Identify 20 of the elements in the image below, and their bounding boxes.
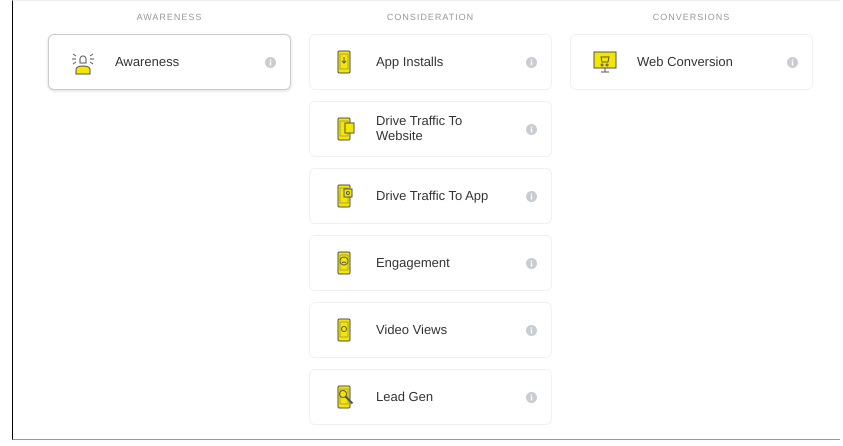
objective-card[interactable]: Awareness [48,34,291,90]
objective-card[interactable]: Video Views [309,302,552,358]
objective-card[interactable]: Web Conversion [570,34,813,90]
monitor-cart-icon [593,49,617,75]
objective-card[interactable]: Drive Traffic To Website [309,101,552,157]
objective-card[interactable]: Drive Traffic To App [309,168,552,224]
info-icon[interactable] [526,56,537,68]
info-icon[interactable] [526,324,537,336]
objective-card[interactable]: App Installs [309,34,552,90]
info-icon[interactable] [526,392,537,402]
info-icon[interactable] [526,190,537,202]
info-icon[interactable] [787,56,798,68]
info-icon[interactable] [265,56,276,68]
column-heading: CONVERSIONS [652,11,732,22]
column-heading: AWARENESS [136,11,204,22]
info-icon[interactable] [526,258,537,268]
info-icon[interactable] [526,124,537,134]
column-heading: CONSIDERATION [386,11,476,22]
objective-card[interactable]: Engagement [309,235,552,291]
objective-card[interactable]: Lead Gen [309,369,552,425]
